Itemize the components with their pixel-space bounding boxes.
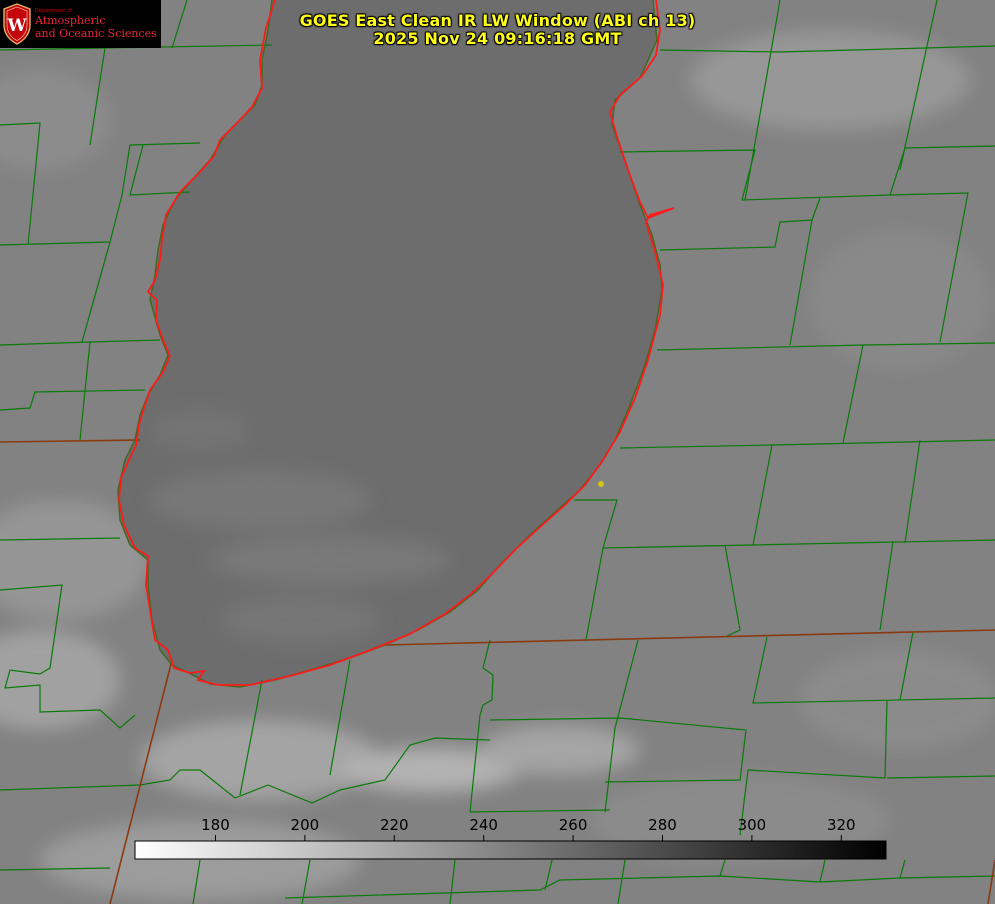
colorbar-tick-label: 300 — [738, 816, 767, 834]
colorbar-tick-label: 220 — [380, 816, 409, 834]
colorbar-tick-label: 200 — [291, 816, 320, 834]
colorbar-tick-label: 240 — [469, 816, 498, 834]
colorbar-tick-label: 180 — [201, 816, 230, 834]
station-marker — [598, 481, 604, 487]
colorbar-tick-label: 260 — [559, 816, 588, 834]
image-title: GOES East Clean IR LW Window (ABI ch 13) — [299, 11, 696, 30]
colorbar-tick-label: 280 — [648, 816, 677, 834]
satellite-map: 180 200 220 240 260 280 300 320 — [0, 0, 995, 904]
image-timestamp: 2025 Nov 24 09:16:18 GMT — [373, 29, 622, 48]
colorbar-tick-label: 320 — [827, 816, 856, 834]
colorbar-gradient — [134, 840, 887, 860]
